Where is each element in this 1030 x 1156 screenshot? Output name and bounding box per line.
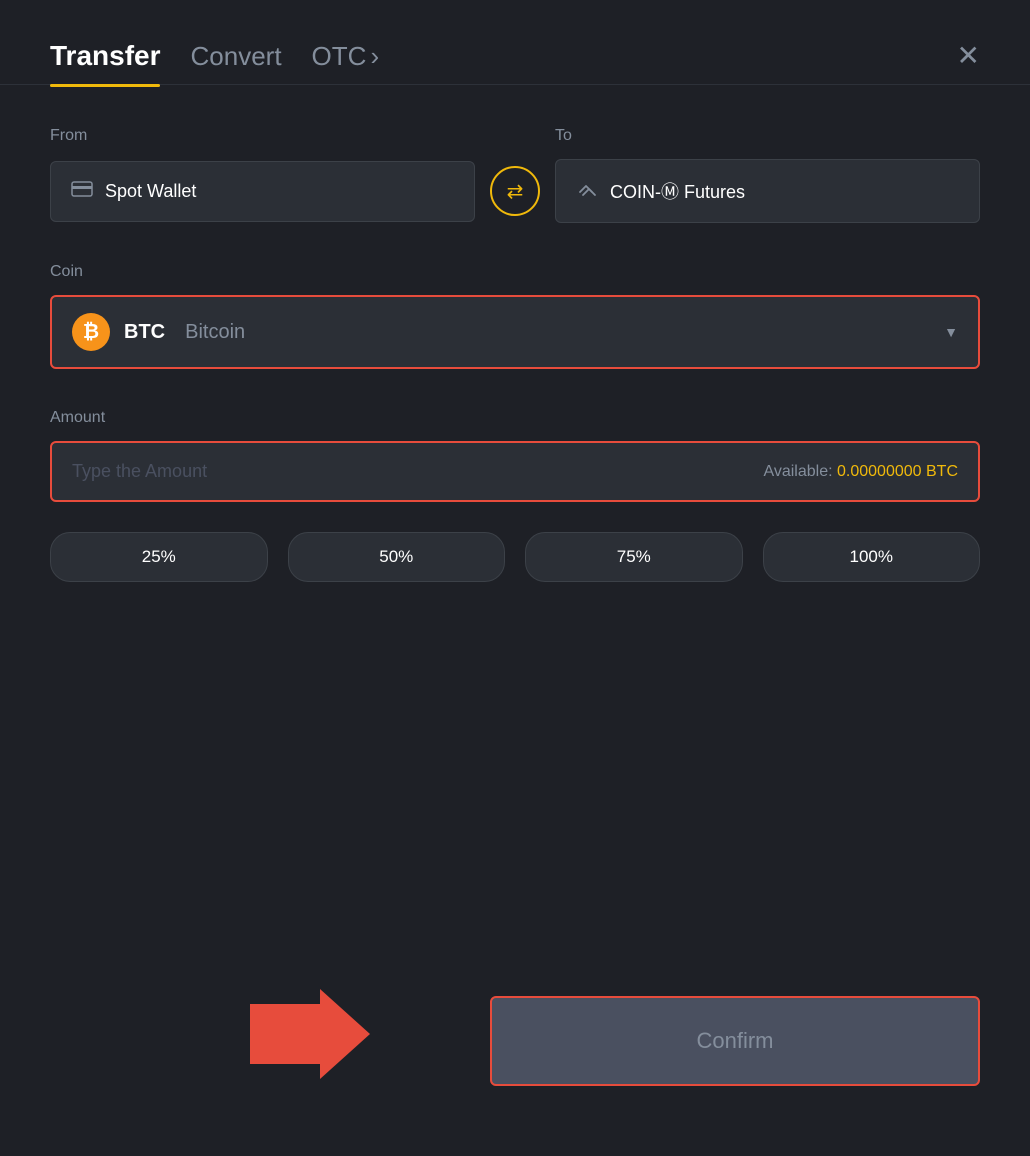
coin-label: Coin bbox=[50, 263, 980, 281]
active-tab-indicator bbox=[50, 84, 160, 87]
from-wallet-name: Spot Wallet bbox=[105, 181, 196, 202]
modal-header: Transfer Convert OTC › ✕ bbox=[50, 40, 980, 72]
tab-convert[interactable]: Convert bbox=[191, 41, 282, 72]
swap-button[interactable]: ⇄ bbox=[490, 166, 540, 216]
coin-section: Coin ₿ BTC Bitcoin ▼ bbox=[50, 263, 980, 369]
percent-row: 25% 50% 75% 100% bbox=[50, 532, 980, 582]
percent-25-button[interactable]: 25% bbox=[50, 532, 268, 582]
bottom-area: Confirm bbox=[50, 996, 980, 1116]
amount-input-box[interactable]: Type the Amount Available: 0.00000000 BT… bbox=[50, 441, 980, 502]
to-label: To bbox=[555, 127, 980, 145]
from-label: From bbox=[50, 127, 475, 145]
from-wallet-selector[interactable]: Spot Wallet bbox=[50, 161, 475, 222]
swap-btn-wrapper: ⇄ bbox=[475, 166, 555, 216]
available-text: Available: 0.00000000 BTC bbox=[763, 463, 958, 481]
available-value: 0.00000000 BTC bbox=[837, 463, 958, 480]
percent-100-button[interactable]: 100% bbox=[763, 532, 981, 582]
amount-section: Amount Type the Amount Available: 0.0000… bbox=[50, 409, 980, 502]
amount-placeholder: Type the Amount bbox=[72, 461, 207, 482]
tab-underline bbox=[0, 84, 1030, 87]
to-wallet-selector[interactable]: COIN-Ⓜ Futures bbox=[555, 159, 980, 223]
tab-otc[interactable]: OTC › bbox=[312, 41, 380, 72]
from-to-row: Spot Wallet ⇄ COIN-Ⓜ Futures bbox=[50, 159, 980, 223]
coin-symbol: BTC bbox=[124, 321, 165, 344]
swap-icon: ⇄ bbox=[507, 179, 524, 204]
percent-75-button[interactable]: 75% bbox=[525, 532, 743, 582]
from-to-labels: From To bbox=[50, 127, 980, 145]
arrow-indicator bbox=[250, 989, 370, 1093]
transfer-modal: Transfer Convert OTC › ✕ From To bbox=[0, 0, 1030, 1156]
btc-icon: ₿ bbox=[72, 313, 110, 351]
to-wallet-name: COIN-Ⓜ Futures bbox=[610, 178, 745, 204]
from-to-section: From To Spot Wallet ⇄ bbox=[50, 127, 980, 223]
percent-50-button[interactable]: 50% bbox=[288, 532, 506, 582]
coin-name: Bitcoin bbox=[185, 321, 245, 344]
close-button[interactable]: ✕ bbox=[957, 42, 980, 70]
confirm-button[interactable]: Confirm bbox=[490, 996, 980, 1086]
coin-dropdown[interactable]: ₿ BTC Bitcoin ▼ bbox=[50, 295, 980, 369]
chevron-down-icon: ▼ bbox=[944, 324, 958, 340]
amount-label: Amount bbox=[50, 409, 980, 427]
tab-transfer[interactable]: Transfer bbox=[50, 40, 161, 72]
futures-icon bbox=[576, 178, 598, 204]
wallet-icon bbox=[71, 180, 93, 203]
